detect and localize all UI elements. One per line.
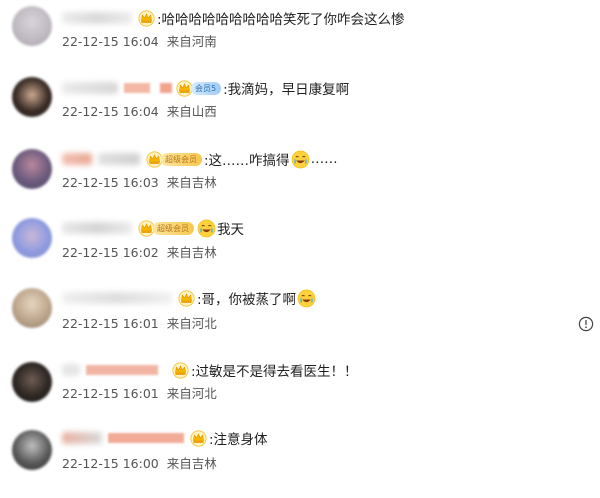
comment-location: 来自吉林 [166, 245, 217, 260]
vip-crown-icon [190, 430, 207, 447]
username-fragment [108, 433, 184, 443]
comment-meta: 22-12-15 16:01 来自河北 [62, 315, 217, 333]
username-fragment [124, 83, 150, 93]
comment-text: :过敏是不是得去看医生！！ [191, 364, 358, 380]
comment-item: 超级会员 我天 22-12-15 16:02 来自吉林 [0, 216, 600, 286]
vip-crown-icon [178, 290, 195, 307]
comment-text: 我天 [217, 222, 244, 238]
avatar[interactable] [12, 218, 52, 258]
comment-item: 会员5 :我滴妈，早日康复啊 22-12-15 16:04 来自山西 [0, 72, 600, 142]
vip-crown-icon [138, 10, 155, 27]
crying-laughing-emoji-icon [197, 219, 216, 238]
comment-line: 会员5 :我滴妈，早日康复啊 [62, 78, 349, 98]
comment-text: :这……咋搞得 [204, 153, 290, 169]
comment-location: 来自河北 [166, 316, 217, 331]
comment-item: 超级会员 :这……咋搞得 …… 22-12-15 16:03 来自吉林 [0, 144, 600, 214]
comment-location: 来自河南 [166, 34, 217, 49]
avatar[interactable] [12, 77, 52, 117]
comment-meta: 22-12-15 16:00 来自吉林 [62, 455, 217, 473]
comment-meta: 22-12-15 16:04 来自山西 [62, 103, 217, 121]
username[interactable] [62, 153, 92, 165]
comment-line: 超级会员 我天 [62, 218, 244, 238]
username-fragment [98, 153, 140, 165]
comment-text: :我滴妈，早日康复啊 [223, 82, 350, 98]
crying-laughing-emoji-icon [291, 150, 310, 169]
comment-line: :哈哈哈哈哈哈哈哈哈笑死了你咋会这么惨 [62, 8, 405, 28]
comment-time: 22-12-15 16:04 [62, 34, 159, 49]
comment-item: :哈哈哈哈哈哈哈哈哈笑死了你咋会这么惨 22-12-15 16:04 来自河南 [0, 0, 600, 70]
crying-laughing-emoji-icon [297, 289, 316, 308]
avatar[interactable] [12, 6, 52, 46]
comment-text-tail: …… [310, 151, 338, 167]
comment-meta: 22-12-15 16:01 来自河北 [62, 385, 217, 403]
comment-time: 22-12-15 16:01 [62, 386, 159, 401]
comment-location: 来自吉林 [166, 456, 217, 471]
comment-meta: 22-12-15 16:02 来自吉林 [62, 244, 217, 262]
username[interactable] [62, 432, 102, 444]
username[interactable] [62, 292, 172, 304]
comment-line: :过敏是不是得去看医生！！ [62, 360, 358, 380]
comment-text: :哈哈哈哈哈哈哈哈哈笑死了你咋会这么惨 [157, 12, 405, 28]
comment-meta: 22-12-15 16:03 来自吉林 [62, 174, 217, 192]
vip-crown-icon [172, 362, 189, 379]
comment-line: :哥，你被蒸了啊 [62, 288, 317, 308]
comment-location: 来自河北 [166, 386, 217, 401]
comment-time: 22-12-15 16:03 [62, 175, 159, 190]
username[interactable] [62, 222, 132, 234]
comment-location: 来自山西 [166, 104, 217, 119]
comment-text: :哥，你被蒸了啊 [197, 292, 297, 308]
comment-time: 22-12-15 16:02 [62, 245, 159, 260]
avatar[interactable] [12, 288, 52, 328]
username[interactable] [62, 364, 80, 376]
comment-time: 22-12-15 16:01 [62, 316, 159, 331]
username[interactable] [62, 82, 118, 94]
avatar[interactable] [12, 362, 52, 402]
username[interactable] [62, 12, 132, 24]
comment-location: 来自吉林 [166, 175, 217, 190]
comment-meta: 22-12-15 16:04 来自河南 [62, 33, 217, 51]
comment-item: :注意身体 22-12-15 16:00 来自吉林 [0, 428, 600, 498]
username-fragment [86, 365, 158, 375]
vip-badge: 超级会员 [161, 152, 202, 166]
vip-badge: 超级会员 [153, 221, 194, 235]
comment-line: 超级会员 :这……咋搞得 …… [62, 149, 338, 169]
comment-text: :注意身体 [209, 432, 268, 448]
vip-badge: 会员5 [191, 81, 222, 95]
exclamation-circle-icon[interactable] [578, 316, 594, 332]
username-fragment [160, 83, 172, 93]
comment-line: :注意身体 [62, 428, 268, 448]
avatar[interactable] [12, 430, 52, 470]
comment-time: 22-12-15 16:04 [62, 104, 159, 119]
comment-time: 22-12-15 16:00 [62, 456, 159, 471]
comment-item: :过敏是不是得去看医生！！ 22-12-15 16:01 来自河北 [0, 358, 600, 428]
comment-item: :哥，你被蒸了啊 22-12-15 16:01 来自河北 [0, 288, 600, 358]
avatar[interactable] [12, 149, 52, 189]
